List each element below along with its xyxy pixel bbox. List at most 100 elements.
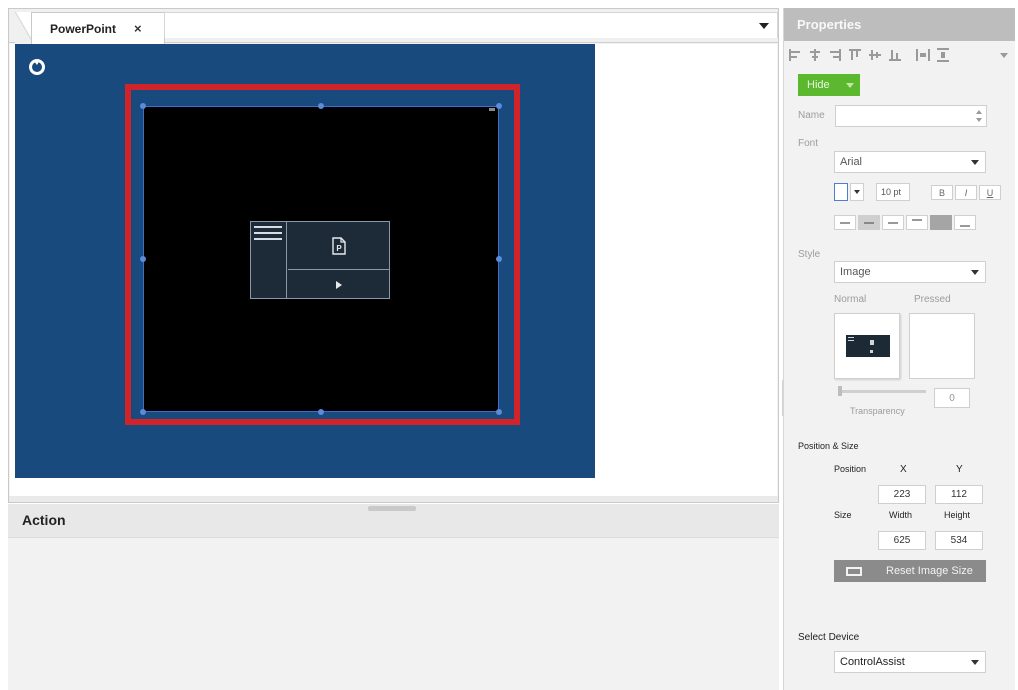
align-bottom-icon[interactable] [888, 48, 902, 62]
action-panel: Action [8, 504, 779, 690]
text-align-right-button[interactable] [882, 215, 904, 230]
chevron-down-icon [971, 270, 979, 275]
width-label: Width [889, 510, 913, 520]
transparency-field[interactable]: 0 [934, 388, 970, 408]
chevron-down-icon [971, 160, 979, 165]
close-icon[interactable]: × [134, 21, 142, 36]
name-field[interactable] [835, 105, 987, 127]
thumbnail-image [846, 335, 890, 357]
slide[interactable]: P [15, 44, 595, 478]
tab-powerpoint[interactable]: PowerPoint × [31, 12, 165, 44]
text-align-left-button[interactable] [834, 215, 856, 230]
bold-label: B [938, 187, 945, 198]
properties-header: Properties [784, 8, 1015, 41]
design-canvas[interactable]: P [10, 44, 777, 501]
text-valign-bottom-button[interactable] [954, 215, 976, 230]
y-field[interactable]: 112 [935, 485, 983, 504]
font-color-dropdown[interactable] [850, 183, 864, 201]
resize-handle[interactable] [496, 103, 502, 109]
position-label: Position [834, 464, 867, 474]
transparency-label: Transparency [850, 406, 905, 416]
font-value: Arial [840, 156, 863, 168]
slider-handle[interactable] [838, 386, 842, 396]
reset-image-size-button[interactable]: Reset Image Size [834, 560, 986, 582]
menu-lines-icon [251, 222, 287, 298]
x-field[interactable]: 223 [878, 485, 926, 504]
bold-button[interactable]: B [931, 185, 953, 200]
triangle-down-icon[interactable] [759, 23, 769, 29]
resize-handle[interactable] [318, 103, 324, 109]
action-title: Action [22, 512, 66, 528]
resize-handle[interactable] [140, 409, 146, 415]
distribute-horizontal-icon[interactable] [916, 48, 930, 62]
chevron-down-icon [854, 190, 860, 194]
chevron-down-icon [971, 660, 979, 665]
device-value: ControlAssist [840, 656, 905, 668]
width-value: 625 [893, 535, 911, 546]
height-label: Height [944, 510, 971, 520]
transparency-value: 0 [949, 392, 955, 404]
splitter-grip[interactable] [368, 506, 416, 511]
underline-button[interactable]: U [979, 185, 1001, 200]
resize-handle[interactable] [140, 256, 146, 262]
transparency-slider[interactable] [840, 390, 926, 393]
normal-image-swatch[interactable] [834, 313, 900, 379]
font-size-value: 10 pt [881, 187, 902, 197]
underline-label: U [986, 187, 994, 198]
resize-corner-icon[interactable] [489, 108, 495, 111]
style-select[interactable]: Image [834, 261, 986, 283]
spinner-icon[interactable] [975, 109, 983, 123]
alignment-toolbar [788, 46, 1014, 64]
x-label: X [900, 464, 907, 475]
align-middle-icon[interactable] [868, 48, 882, 62]
align-top-icon[interactable] [848, 48, 862, 62]
text-valign-top-button[interactable] [906, 215, 928, 230]
tab-strip-empty [164, 12, 778, 38]
distribute-vertical-icon[interactable] [936, 48, 950, 62]
align-right-icon[interactable] [828, 48, 842, 62]
text-valign-middle-button[interactable] [930, 215, 952, 230]
selected-image[interactable]: P [143, 106, 499, 412]
resize-handle[interactable] [318, 409, 324, 415]
image-widget: P [250, 221, 390, 299]
properties-title: Properties [797, 17, 862, 32]
height-field[interactable]: 534 [935, 531, 983, 550]
style-value: Image [840, 266, 871, 278]
name-label: Name [798, 110, 825, 121]
y-value: 112 [951, 489, 967, 500]
resize-handle[interactable] [496, 256, 502, 262]
resize-handle[interactable] [496, 409, 502, 415]
align-left-icon[interactable] [788, 48, 802, 62]
chevron-down-icon [846, 83, 854, 88]
image-size-icon [846, 566, 862, 576]
font-label: Font [798, 138, 819, 149]
align-center-icon[interactable] [808, 48, 822, 62]
font-select[interactable]: Arial [834, 151, 986, 173]
chevron-down-icon[interactable] [1000, 52, 1008, 58]
pressed-image-swatch[interactable] [909, 313, 975, 379]
reset-image-size-label: Reset Image Size [886, 565, 973, 577]
height-value: 534 [950, 535, 968, 546]
powerpoint-file-icon: P [288, 222, 389, 270]
tab-bar: PowerPoint × [9, 9, 778, 44]
editor-panel: PowerPoint × P [8, 8, 779, 503]
italic-label: I [964, 187, 968, 198]
font-color-swatch[interactable] [834, 183, 848, 201]
device-select[interactable]: ControlAssist [834, 651, 986, 673]
tab-label: PowerPoint [50, 21, 117, 36]
position-size-label: Position & Size [798, 441, 859, 451]
width-field[interactable]: 625 [878, 531, 926, 550]
pressed-label: Pressed [914, 294, 951, 305]
action-header: Action [8, 504, 779, 538]
resize-handle[interactable] [140, 103, 146, 109]
italic-button[interactable]: I [955, 185, 977, 200]
y-label: Y [956, 464, 963, 475]
hide-button-label: Hide [807, 79, 830, 91]
text-align-center-button[interactable] [858, 215, 880, 230]
select-device-label: Select Device [798, 632, 860, 643]
app-window: PowerPoint × P Action Properties Hide Na… [0, 0, 1018, 690]
panel-divider [9, 496, 778, 502]
font-size-field[interactable]: 10 pt [876, 183, 910, 201]
hide-button[interactable]: Hide [798, 74, 860, 96]
properties-panel: Properties Hide Name Font Arial 10 pt B … [783, 8, 1015, 690]
